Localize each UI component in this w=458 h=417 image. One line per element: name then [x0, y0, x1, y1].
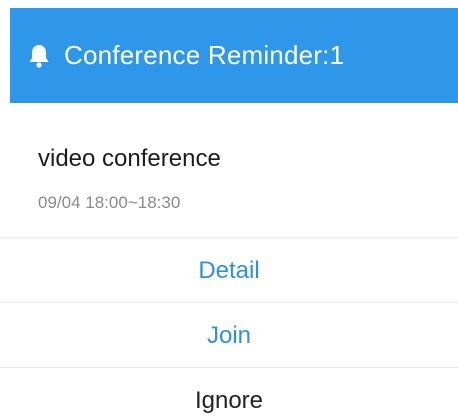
conference-reminder-dialog: Conference Reminder:1 video conference 0…: [0, 0, 458, 417]
bell-icon: [28, 43, 50, 69]
meeting-name: video conference: [38, 145, 221, 172]
divider: [0, 367, 458, 368]
meeting-info: video conference 09/04 18:00~18:30: [38, 145, 221, 213]
divider: [0, 302, 458, 303]
reminder-title: Conference Reminder:1: [64, 40, 345, 70]
join-button[interactable]: Join: [0, 322, 458, 350]
divider: [0, 237, 458, 238]
detail-button[interactable]: Detail: [0, 257, 458, 285]
reminder-header: Conference Reminder:1: [10, 8, 458, 103]
ignore-button[interactable]: Ignore: [0, 387, 458, 415]
meeting-time: 09/04 18:00~18:30: [38, 193, 181, 212]
